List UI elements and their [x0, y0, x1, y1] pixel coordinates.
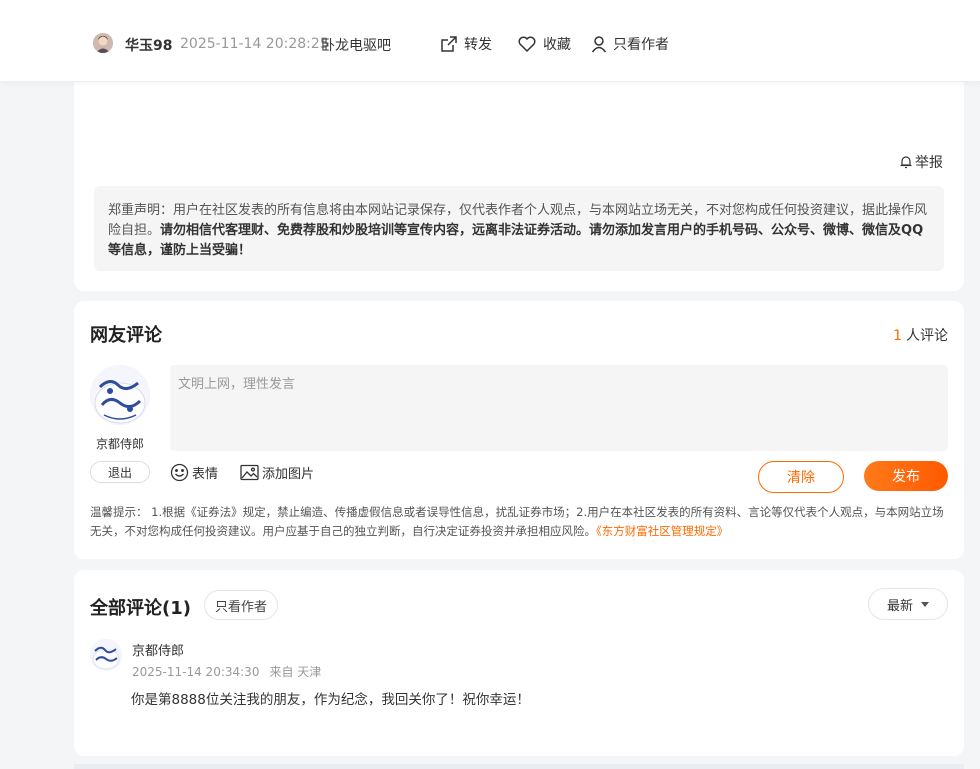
comment-location: 来自 天津: [269, 665, 322, 679]
heart-icon: [518, 36, 536, 53]
author-only-button[interactable]: 只看作者: [591, 34, 669, 54]
filter-author-only-button[interactable]: 只看作者: [204, 590, 279, 620]
bell-icon: [900, 156, 912, 169]
comment-section-title: 网友评论: [90, 325, 162, 346]
emoji-label: 表情: [192, 466, 219, 482]
post-time: 2025-11-14 20:28:25: [180, 36, 329, 52]
forward-button[interactable]: 转发: [440, 34, 492, 54]
comment-count: 1 人评论: [893, 325, 948, 345]
clear-button[interactable]: 清除: [758, 461, 844, 493]
current-user-avatar[interactable]: [90, 365, 150, 425]
sort-label: 最新: [886, 598, 913, 614]
share-icon: [441, 36, 457, 52]
author-avatar[interactable]: [93, 33, 113, 53]
add-image-button[interactable]: 添加图片: [240, 461, 314, 483]
community-rules-link[interactable]: 《东方财富社区管理规定》: [596, 524, 728, 538]
sort-dropdown[interactable]: 最新: [868, 588, 948, 620]
report-button[interactable]: 举报: [899, 152, 943, 172]
add-image-label: 添加图片: [262, 466, 315, 482]
author-only-label: 只看作者: [613, 37, 669, 53]
post-card: 举报 郑重声明：用户在社区发表的所有信息将由本网站记录保存，仅代表作者个人观点，…: [74, 76, 964, 291]
comment-text: 你是第8888位关注我的朋友，作为纪念，我回关你了！祝你幸运！: [131, 692, 530, 708]
publish-button[interactable]: 发布: [864, 461, 948, 491]
commenter-avatar[interactable]: [90, 639, 122, 671]
post-header-bar: 华玉98 2025-11-14 20:28:25 卧龙电驱吧 转发 收藏 只看作…: [0, 0, 980, 82]
all-comments-title: 全部评论(1): [90, 598, 191, 619]
current-user-name: 京都侍郎: [95, 437, 144, 451]
logout-button[interactable]: 退出: [90, 461, 150, 483]
comment-count-number: 1: [893, 328, 902, 344]
disclaimer-box: 郑重声明：用户在社区发表的所有信息将由本网站记录保存，仅代表作者个人观点，与本网…: [94, 186, 944, 271]
chevron-down-icon: [921, 601, 929, 607]
comment-form-card: 网友评论 1人评论 京都侍郎 退出 表情 添加图片: [74, 301, 964, 559]
user-icon: [591, 36, 607, 53]
all-comments-card: 全部评论(1) 只看作者 最新 京都侍郎 2025-11-14 20:34:30…: [74, 570, 964, 756]
tips-text: 温馨提示： 1.根据《证券法》规定，禁止编造、传播虚假信息或者误导性信息，扰乱证…: [90, 503, 948, 541]
tips-body: 温馨提示： 1.根据《证券法》规定，禁止编造、传播虚假信息或者误导性信息，扰乱证…: [90, 505, 944, 538]
disclaimer-warning: 请勿相信代客理财、免费荐股和炒股培训等宣传内容，远离非法证券活动。请勿添加发言用…: [108, 223, 924, 258]
comment-input[interactable]: [170, 365, 948, 451]
favorite-label: 收藏: [543, 37, 571, 53]
image-icon: [240, 464, 259, 480]
emoji-button[interactable]: 表情: [170, 461, 218, 483]
favorite-button[interactable]: 收藏: [517, 34, 571, 54]
commenter-name[interactable]: 京都侍郎: [132, 640, 184, 659]
report-label: 举报: [915, 155, 943, 171]
smile-icon: [170, 463, 189, 481]
comment-count-suffix: 人评论: [906, 328, 948, 344]
next-card-edge: [74, 764, 964, 769]
comment-time: 2025-11-14 20:34:30: [132, 665, 260, 679]
comment-meta: 2025-11-14 20:34:30 来自 天津: [132, 663, 321, 680]
author-name[interactable]: 华玉98: [125, 35, 172, 55]
forum-link[interactable]: 卧龙电驱吧: [321, 35, 391, 55]
forward-label: 转发: [464, 37, 492, 53]
